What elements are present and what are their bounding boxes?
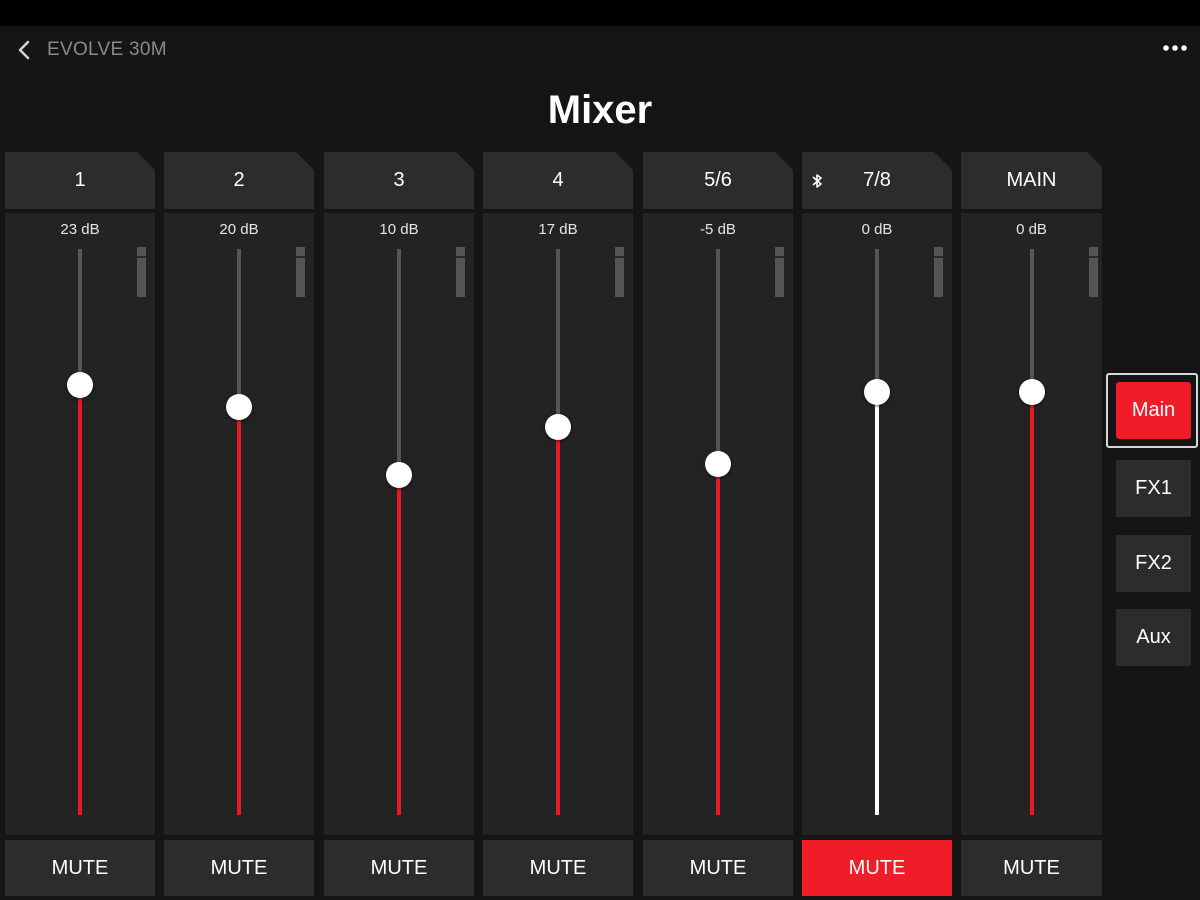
- level-meter: [296, 247, 305, 297]
- level-readout: 0 dB: [861, 221, 893, 238]
- fader-panel: 0 dB: [961, 213, 1102, 835]
- device-name[interactable]: EVOLVE 30M: [47, 39, 167, 61]
- back-chevron-icon[interactable]: [14, 38, 34, 62]
- fader-panel: 23 dB: [5, 213, 155, 835]
- level-meter: [1089, 247, 1098, 297]
- more-options-icon[interactable]: [1160, 36, 1190, 60]
- channel-label: 1: [74, 169, 86, 191]
- page-title: Mixer: [547, 88, 653, 132]
- fader-panel: 0 dB: [802, 213, 952, 835]
- mute-label: MUTE: [689, 856, 747, 879]
- level-readout: 0 dB: [1016, 221, 1047, 238]
- bus-button-label: FX1: [1135, 477, 1172, 499]
- fader-knob[interactable]: [864, 378, 890, 405]
- channel-label: 3: [393, 169, 405, 191]
- fader-knob[interactable]: [67, 371, 93, 398]
- bus-button-main[interactable]: Main: [1116, 382, 1191, 439]
- mute-label: MUTE: [51, 856, 109, 879]
- channel-header[interactable]: 2: [164, 152, 314, 209]
- bus-button-fx2[interactable]: FX2: [1116, 535, 1191, 592]
- level-readout: 20 dB: [219, 221, 259, 238]
- mute-button[interactable]: MUTE: [164, 840, 314, 896]
- fader-fill: [716, 464, 720, 815]
- fader-knob[interactable]: [1019, 378, 1045, 405]
- fader-fill: [397, 475, 401, 815]
- fader-panel: 10 dB: [324, 213, 474, 835]
- fader-knob[interactable]: [705, 451, 731, 478]
- channel-header[interactable]: 3: [324, 152, 474, 209]
- channel-label: 4: [552, 169, 564, 191]
- bluetooth-icon: [812, 174, 822, 188]
- fader-panel: -5 dB: [643, 213, 793, 835]
- level-readout: 23 dB: [60, 221, 100, 238]
- header-bar: [0, 26, 1200, 76]
- fader-knob[interactable]: [226, 394, 252, 421]
- fader-panel: 17 dB: [483, 213, 633, 835]
- mute-button[interactable]: MUTE: [324, 840, 474, 896]
- channel-header[interactable]: MAIN: [961, 152, 1102, 209]
- channel-header[interactable]: 1: [5, 152, 155, 209]
- mute-button[interactable]: MUTE: [483, 840, 633, 896]
- fader-fill: [78, 384, 82, 815]
- fader-fill: [1030, 391, 1034, 815]
- fader-knob[interactable]: [386, 462, 412, 489]
- mute-label: MUTE: [1003, 856, 1060, 879]
- level-meter: [775, 247, 784, 297]
- channel-label: 7/8: [863, 169, 891, 191]
- bus-button-aux[interactable]: Aux: [1116, 609, 1191, 666]
- bus-button-label: Aux: [1136, 626, 1171, 648]
- mute-label: MUTE: [370, 856, 428, 879]
- mute-button[interactable]: MUTE: [961, 840, 1102, 896]
- channel-label: 5/6: [704, 169, 732, 191]
- mute-button[interactable]: MUTE: [5, 840, 155, 896]
- level-readout: 10 dB: [379, 221, 419, 238]
- mute-button[interactable]: MUTE: [643, 840, 793, 896]
- fader-knob[interactable]: [545, 414, 571, 441]
- channel-header[interactable]: 7/8: [802, 152, 952, 209]
- level-readout: 17 dB: [538, 221, 578, 238]
- mute-label: MUTE: [210, 856, 268, 879]
- bus-button-fx1[interactable]: FX1: [1116, 460, 1191, 517]
- level-meter: [456, 247, 465, 297]
- level-readout: -5 dB: [700, 221, 736, 238]
- level-meter: [137, 247, 146, 297]
- fader-fill: [237, 407, 241, 815]
- channel-header[interactable]: 5/6: [643, 152, 793, 209]
- channel-label: 2: [233, 169, 245, 191]
- level-meter: [615, 247, 624, 297]
- mute-label: MUTE: [529, 856, 587, 879]
- bus-button-label: Main: [1131, 399, 1176, 421]
- fader-panel: 20 dB: [164, 213, 314, 835]
- channel-header[interactable]: 4: [483, 152, 633, 209]
- status-bar: [0, 0, 1200, 26]
- channel-label: MAIN: [1006, 169, 1057, 191]
- level-meter: [934, 247, 943, 297]
- fader-fill: [875, 391, 879, 815]
- mute-label: MUTE: [848, 856, 906, 879]
- fader-fill: [556, 427, 560, 815]
- bus-button-label: FX2: [1135, 552, 1172, 574]
- mute-button[interactable]: MUTE: [802, 840, 952, 896]
